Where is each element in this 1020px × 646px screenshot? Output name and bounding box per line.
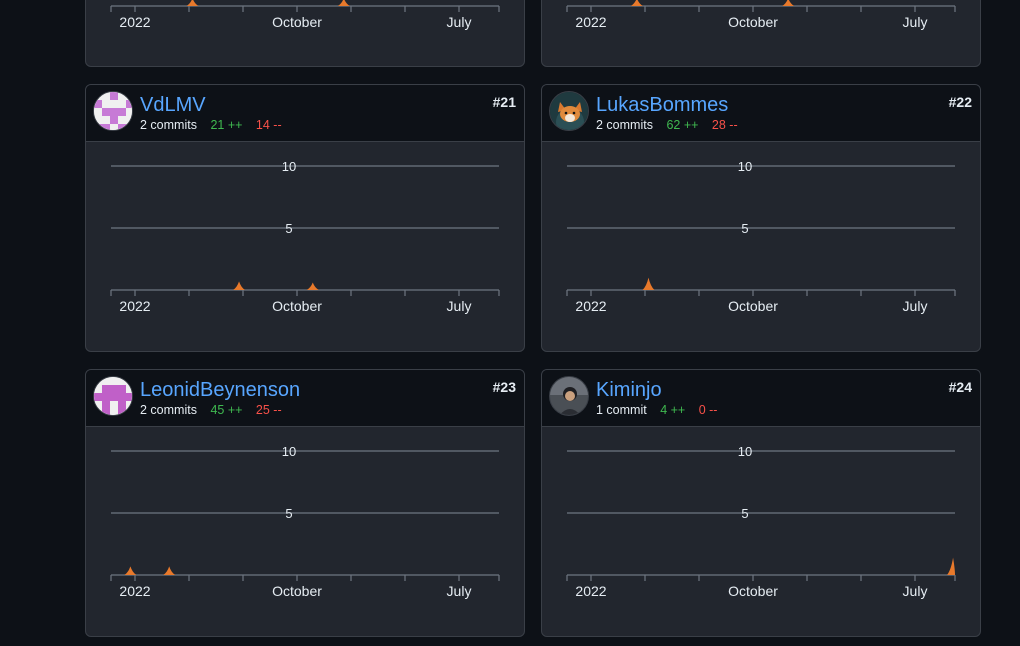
x-tick-label: July — [447, 14, 472, 30]
photo-avatar-icon[interactable] — [549, 376, 589, 416]
commits-link[interactable]: 2 commits — [596, 118, 653, 132]
x-tick-label: October — [728, 298, 778, 314]
contributor-card: LukasBommes 2 commits 62 ++ 28 -- #22 10… — [541, 84, 981, 352]
contribution-stats: 1 commit 4 ++ 0 -- — [596, 403, 717, 417]
contribution-peak — [630, 0, 643, 6]
y-tick-label: 5 — [741, 506, 748, 521]
additions-count: 62 ++ — [666, 118, 699, 132]
x-tick-label: October — [272, 14, 322, 30]
contribution-stats: 2 commits 21 ++ 14 -- — [140, 118, 282, 132]
x-tick-label: July — [903, 583, 928, 599]
y-tick-label: 5 — [741, 221, 748, 236]
deletions-count: 25 -- — [255, 403, 282, 417]
commits-link[interactable]: 2 commits — [140, 118, 197, 132]
x-tick-label: 2022 — [119, 298, 150, 314]
contributor-card: LeonidBeynenson 2 commits 45 ++ 25 -- #2… — [85, 369, 525, 637]
contributor-card-partial: 2022 October July — [85, 0, 525, 67]
x-tick-label: 2022 — [575, 298, 606, 314]
y-tick-label: 10 — [738, 159, 752, 174]
rank-badge: #23 — [492, 379, 516, 395]
contribution-peak — [947, 557, 956, 575]
contributor-card: VdLMV 2 commits 21 ++ 14 -- #21 10 5 2022 O… — [85, 84, 525, 352]
commits-link[interactable]: 2 commits — [140, 403, 197, 417]
x-tick-label: October — [728, 14, 778, 30]
x-tick-label: October — [272, 298, 322, 314]
rank-badge: #22 — [948, 94, 972, 110]
y-tick-label: 10 — [282, 159, 296, 174]
fox-avatar-icon[interactable] — [549, 91, 589, 131]
rank-badge: #24 — [948, 379, 972, 395]
contributions-chart: 2022 October July — [566, 0, 956, 30]
rank-badge: #21 — [492, 94, 516, 110]
x-tick-label: 2022 — [575, 14, 606, 30]
username-link[interactable]: Kiminjo — [596, 379, 662, 402]
username-link[interactable]: VdLMV — [140, 94, 206, 117]
contribution-stats: 2 commits 45 ++ 25 -- — [140, 403, 282, 417]
x-tick-label: 2022 — [119, 583, 150, 599]
contributor-card-partial: 2022 October July — [541, 0, 981, 67]
contributions-chart: 2022 October July — [110, 0, 500, 30]
contributions-chart: 10 5 2022 October July — [110, 159, 500, 314]
y-tick-label: 10 — [738, 444, 752, 459]
identicon-icon[interactable] — [93, 376, 133, 416]
x-tick-label: October — [272, 583, 322, 599]
x-tick-label: October — [728, 583, 778, 599]
contribution-stats: 2 commits 62 ++ 28 -- — [596, 118, 738, 132]
additions-count: 4 ++ — [660, 403, 686, 417]
deletions-count: 0 -- — [698, 403, 718, 417]
x-tick-label: 2022 — [575, 583, 606, 599]
username-link[interactable]: LukasBommes — [596, 94, 728, 117]
x-tick-label: July — [903, 14, 928, 30]
contribution-peak — [124, 566, 137, 575]
commits-link[interactable]: 1 commit — [596, 403, 647, 417]
x-tick-label: July — [447, 583, 472, 599]
deletions-count: 14 -- — [255, 118, 282, 132]
contribution-peak — [186, 0, 199, 6]
additions-count: 45 ++ — [210, 403, 243, 417]
contributor-card: Kiminjo 1 commit 4 ++ 0 -- #24 10 5 2022 Oc… — [541, 369, 981, 637]
y-tick-label: 10 — [282, 444, 296, 459]
card-header: LeonidBeynenson 2 commits 45 ++ 25 -- #2… — [86, 370, 524, 427]
x-tick-label: 2022 — [119, 14, 150, 30]
contributions-chart: 10 5 2022 October July — [566, 444, 956, 599]
deletions-count: 28 -- — [711, 118, 738, 132]
username-link[interactable]: LeonidBeynenson — [140, 379, 300, 402]
x-tick-label: July — [903, 298, 928, 314]
card-header: Kiminjo 1 commit 4 ++ 0 -- #24 — [542, 370, 980, 427]
contribution-peak — [163, 566, 176, 575]
identicon-icon[interactable] — [93, 91, 133, 131]
y-tick-label: 5 — [285, 506, 292, 521]
contribution-peak — [233, 281, 246, 290]
contributions-chart: 10 5 2022 October July — [110, 444, 500, 599]
additions-count: 21 ++ — [210, 118, 243, 132]
card-header: LukasBommes 2 commits 62 ++ 28 -- #22 — [542, 85, 980, 142]
x-tick-label: July — [447, 298, 472, 314]
y-tick-label: 5 — [285, 221, 292, 236]
contributions-chart: 10 5 2022 October July — [566, 159, 956, 314]
card-header: VdLMV 2 commits 21 ++ 14 -- #21 — [86, 85, 524, 142]
contribution-peak — [337, 0, 350, 6]
contribution-peak — [306, 282, 319, 290]
contribution-peak — [642, 277, 655, 290]
contribution-peak — [782, 0, 795, 6]
